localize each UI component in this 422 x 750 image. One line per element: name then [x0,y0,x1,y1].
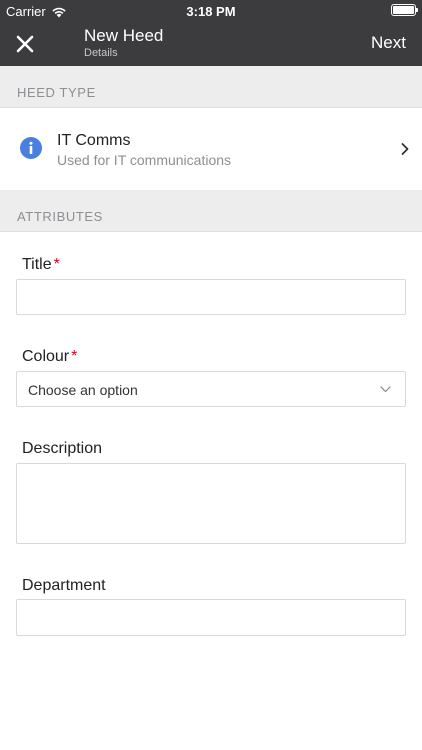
heed-type-name: IT Comms [57,132,131,149]
description-textarea[interactable] [16,463,406,544]
battery-icon [391,4,418,16]
required-mark: * [53,256,60,273]
status-right [391,4,418,16]
heed-type-row[interactable]: IT Comms Used for IT communications [0,108,422,190]
close-icon [16,35,34,53]
close-button[interactable] [12,31,38,57]
page-subtitle: Details [84,47,118,59]
heed-type-description: Used for IT communications [57,152,232,168]
department-label: Department [22,577,106,595]
status-bar: Carrier 3:18 PM [0,0,422,22]
colour-label-text: Colour [22,348,70,365]
info-icon [20,137,42,159]
description-label-text: Description [22,440,103,457]
nav-bar: New Heed Details Next [0,22,422,66]
colour-select-value: Choose an option [28,382,138,398]
title-label: Title * [22,256,60,274]
section-title: ATTRIBUTES [17,209,103,224]
department-label-text: Department [22,577,106,594]
description-label: Description [22,440,102,458]
section-header-heed-type: HEED TYPE [0,66,422,108]
colour-select[interactable]: Choose an option [16,371,406,407]
colour-label: Colour * [22,348,77,366]
next-button[interactable]: Next [371,33,406,53]
title-input[interactable] [16,279,406,315]
required-mark: * [71,348,78,365]
title-label-text: Title [22,256,52,273]
page-title: New Heed [84,26,164,45]
section-header-attributes: ATTRIBUTES [0,190,422,232]
section-title: HEED TYPE [17,85,96,100]
status-time: 3:18 PM [186,4,236,19]
department-input[interactable] [16,599,406,636]
chevron-down-icon [380,386,391,393]
chevron-right-icon [401,143,409,155]
